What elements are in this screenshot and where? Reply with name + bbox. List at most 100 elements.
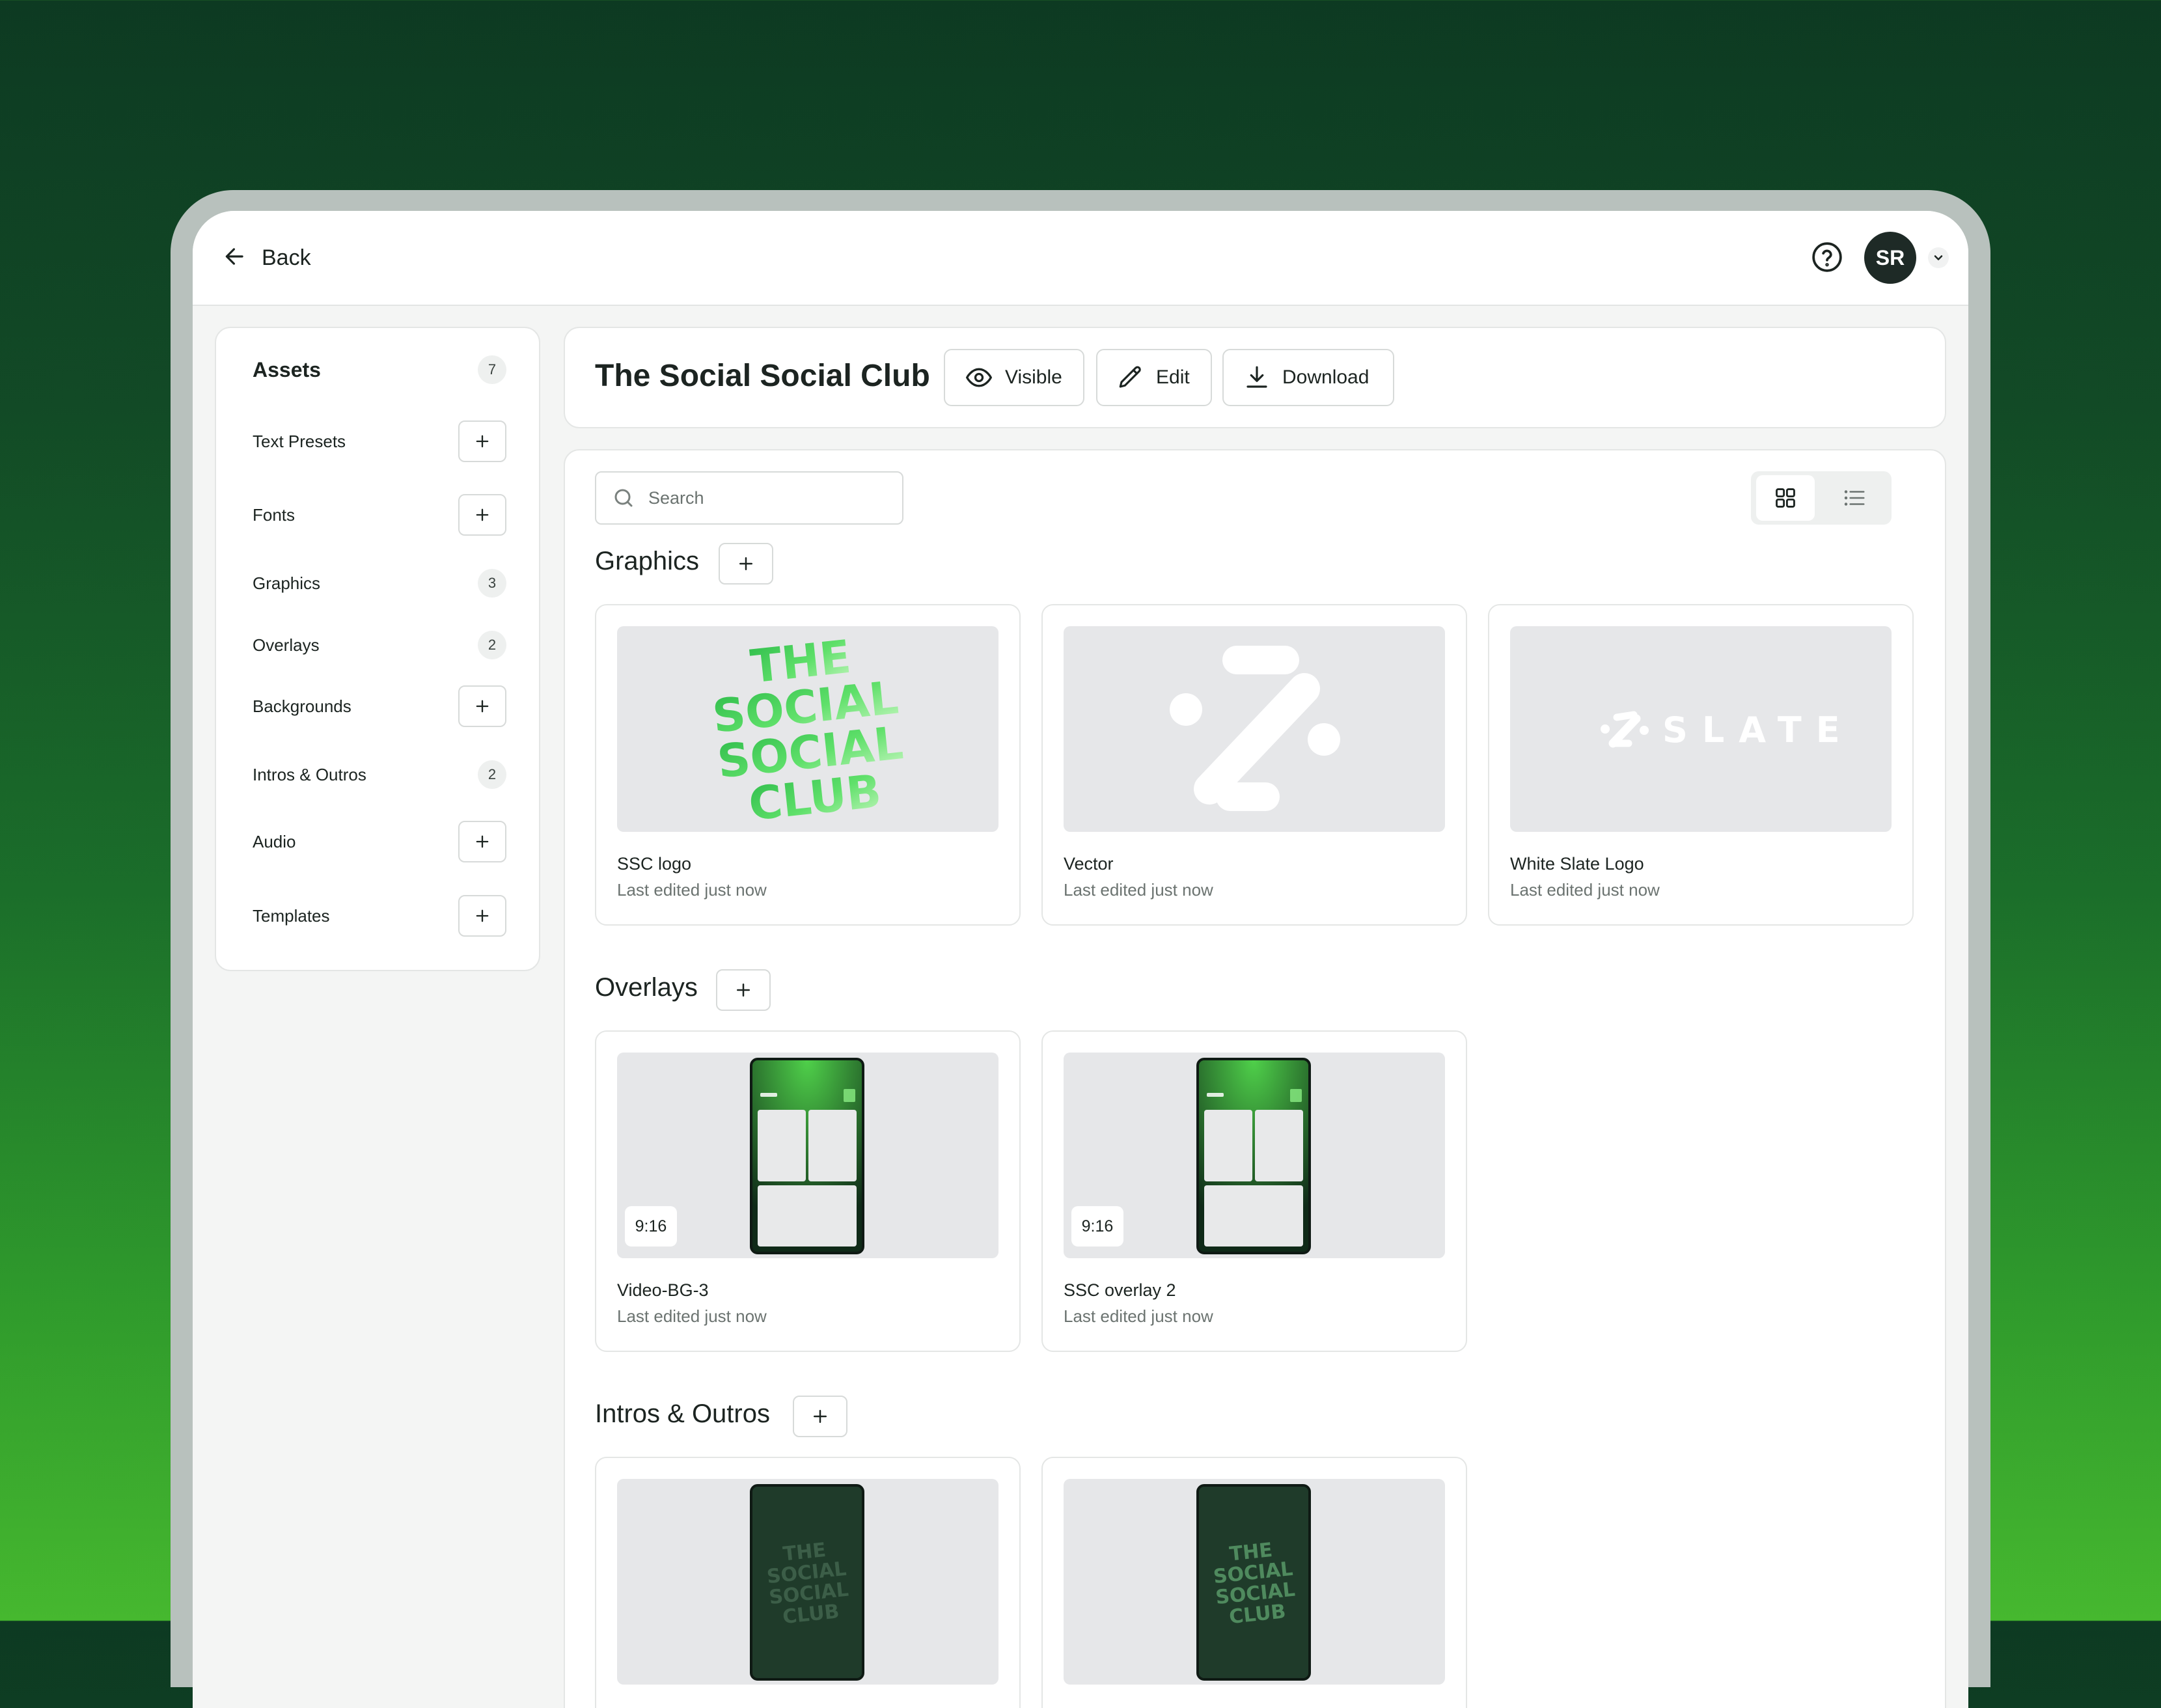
sidebar-item-text-presets[interactable]: Text Presets bbox=[253, 420, 506, 462]
top-bar: Back SR bbox=[193, 211, 1968, 306]
grid-icon bbox=[1776, 488, 1795, 508]
asset-name: White Slate Logo bbox=[1510, 854, 1644, 874]
count-badge: 7 bbox=[478, 355, 506, 384]
add-graphic-button[interactable] bbox=[719, 543, 773, 585]
section-title-graphics: Graphics bbox=[595, 547, 700, 575]
list-view-button[interactable] bbox=[1825, 475, 1884, 521]
asset-thumbnail: THE SOCIAL SOCIAL CLUB bbox=[617, 626, 998, 832]
asset-card-white-slate-logo[interactable]: SLATE White Slate Logo Last edited just … bbox=[1488, 604, 1914, 926]
slate-wordmark: SLATE bbox=[1662, 709, 1854, 751]
visible-label: Visible bbox=[1005, 366, 1062, 388]
app-window: Back SR Assets 7 Text Presets Fonts Grap… bbox=[193, 211, 1968, 1708]
sidebar-item-audio[interactable]: Audio bbox=[253, 821, 506, 862]
page-title: The Social Social Club bbox=[595, 359, 930, 393]
asset-thumbnail bbox=[1064, 626, 1445, 832]
grid-view-button[interactable] bbox=[1756, 475, 1815, 521]
add-audio-button[interactable] bbox=[458, 821, 506, 862]
add-intro-outro-button[interactable] bbox=[793, 1396, 847, 1437]
view-toggle bbox=[1751, 471, 1892, 525]
search-input[interactable] bbox=[647, 487, 897, 509]
asset-card-intro-1[interactable]: THE SOCIAL SOCIAL CLUB bbox=[595, 1457, 1021, 1708]
overlay-preview bbox=[1196, 1058, 1311, 1254]
avatar[interactable]: SR bbox=[1864, 232, 1916, 284]
sidebar-item-label: Text Presets bbox=[253, 431, 346, 451]
aspect-ratio-badge: 9:16 bbox=[625, 1206, 677, 1247]
asset-meta: Last edited just now bbox=[1064, 1306, 1213, 1326]
asset-card-video-bg-3[interactable]: 9:16 Video-BG-3 Last edited just now bbox=[595, 1030, 1021, 1352]
asset-card-intro-2[interactable]: THE SOCIAL SOCIAL CLUB bbox=[1041, 1457, 1467, 1708]
count-badge: 2 bbox=[478, 631, 506, 659]
asset-meta: Last edited just now bbox=[617, 880, 767, 900]
sidebar-item-fonts[interactable]: Fonts bbox=[253, 494, 506, 536]
sidebar-item-label: Overlays bbox=[253, 635, 320, 655]
ssc-logo-graphic: THE SOCIAL SOCIAL CLUB bbox=[710, 630, 905, 831]
intro-preview: THE SOCIAL SOCIAL CLUB bbox=[1196, 1484, 1311, 1681]
plus-icon bbox=[476, 508, 489, 521]
asset-meta: Last edited just now bbox=[1064, 880, 1213, 900]
asset-card-ssc-overlay-2[interactable]: 9:16 SSC overlay 2 Last edited just now bbox=[1041, 1030, 1467, 1352]
section-title-intros-outros: Intros & Outros bbox=[595, 1399, 770, 1428]
sidebar-item-label: Intros & Outros bbox=[253, 764, 366, 784]
plus-icon bbox=[476, 835, 489, 848]
asset-thumbnail: THE SOCIAL SOCIAL CLUB bbox=[1064, 1479, 1445, 1685]
intro-preview: THE SOCIAL SOCIAL CLUB bbox=[750, 1484, 864, 1681]
assets-main-panel: Graphics THE SOCIAL SOCIAL CLUB bbox=[564, 449, 1946, 1708]
visible-button[interactable]: Visible bbox=[944, 349, 1084, 406]
back-button[interactable]: Back bbox=[223, 238, 311, 277]
sidebar-item-overlays[interactable]: Overlays 2 bbox=[253, 631, 506, 659]
sidebar-item-label: Templates bbox=[253, 905, 330, 926]
asset-name: Video-BG-3 bbox=[617, 1280, 709, 1300]
plus-icon bbox=[476, 700, 489, 713]
aspect-ratio-badge: 9:16 bbox=[1071, 1206, 1123, 1247]
edit-label: Edit bbox=[1156, 366, 1190, 388]
asset-name: Vector bbox=[1064, 854, 1114, 874]
slate-logo-graphic: SLATE bbox=[1601, 709, 1854, 751]
assets-sidebar: Assets 7 Text Presets Fonts Graphics 3 O… bbox=[215, 327, 540, 971]
vector-graphic bbox=[1170, 646, 1340, 811]
asset-name: SSC overlay 2 bbox=[1064, 1280, 1176, 1300]
plus-icon bbox=[476, 909, 489, 922]
help-icon[interactable] bbox=[1811, 241, 1843, 273]
edit-button[interactable]: Edit bbox=[1096, 349, 1212, 406]
sidebar-item-backgrounds[interactable]: Backgrounds bbox=[253, 685, 506, 727]
asset-name: SSC logo bbox=[617, 854, 692, 874]
search-field[interactable] bbox=[595, 471, 903, 525]
asset-thumbnail: SLATE bbox=[1510, 626, 1892, 832]
sidebar-header: Assets 7 bbox=[253, 355, 506, 384]
overlay-preview bbox=[750, 1058, 864, 1254]
asset-card-ssc-logo[interactable]: THE SOCIAL SOCIAL CLUB SSC logo Last edi… bbox=[595, 604, 1021, 926]
sidebar-item-label: Graphics bbox=[253, 573, 321, 593]
download-button[interactable]: Download bbox=[1222, 349, 1394, 406]
add-text-preset-button[interactable] bbox=[458, 420, 506, 462]
plus-icon bbox=[737, 984, 750, 997]
add-font-button[interactable] bbox=[458, 494, 506, 536]
sidebar-item-label: Backgrounds bbox=[253, 696, 351, 716]
asset-meta: Last edited just now bbox=[617, 1306, 767, 1326]
arrow-left-icon bbox=[223, 244, 247, 272]
list-icon bbox=[1844, 490, 1865, 506]
add-background-button[interactable] bbox=[458, 685, 506, 727]
plus-icon bbox=[476, 435, 489, 448]
sidebar-item-label: Fonts bbox=[253, 504, 296, 525]
asset-card-vector[interactable]: Vector Last edited just now bbox=[1041, 604, 1467, 926]
eye-icon bbox=[966, 368, 992, 387]
plus-icon bbox=[814, 1410, 827, 1423]
add-template-button[interactable] bbox=[458, 895, 506, 937]
back-label: Back bbox=[262, 245, 311, 270]
section-title-overlays: Overlays bbox=[595, 973, 698, 1002]
asset-thumbnail: 9:16 bbox=[1064, 1053, 1445, 1258]
sidebar-title: Assets bbox=[253, 357, 321, 381]
sidebar-item-label: Audio bbox=[253, 831, 296, 851]
download-icon bbox=[1246, 366, 1267, 388]
count-badge: 3 bbox=[478, 569, 506, 598]
add-overlay-button[interactable] bbox=[716, 969, 771, 1011]
pencil-icon bbox=[1119, 366, 1141, 388]
download-label: Download bbox=[1282, 366, 1370, 388]
brand-header: The Social Social Club Visible Edit Down… bbox=[564, 327, 1946, 428]
sidebar-item-templates[interactable]: Templates bbox=[253, 895, 506, 937]
sidebar-item-intros-outros[interactable]: Intros & Outros 2 bbox=[253, 760, 506, 789]
sidebar-item-graphics[interactable]: Graphics 3 bbox=[253, 569, 506, 598]
asset-thumbnail: 9:16 bbox=[617, 1053, 998, 1258]
asset-thumbnail: THE SOCIAL SOCIAL CLUB bbox=[617, 1479, 998, 1685]
chevron-down-icon[interactable] bbox=[1928, 247, 1949, 268]
